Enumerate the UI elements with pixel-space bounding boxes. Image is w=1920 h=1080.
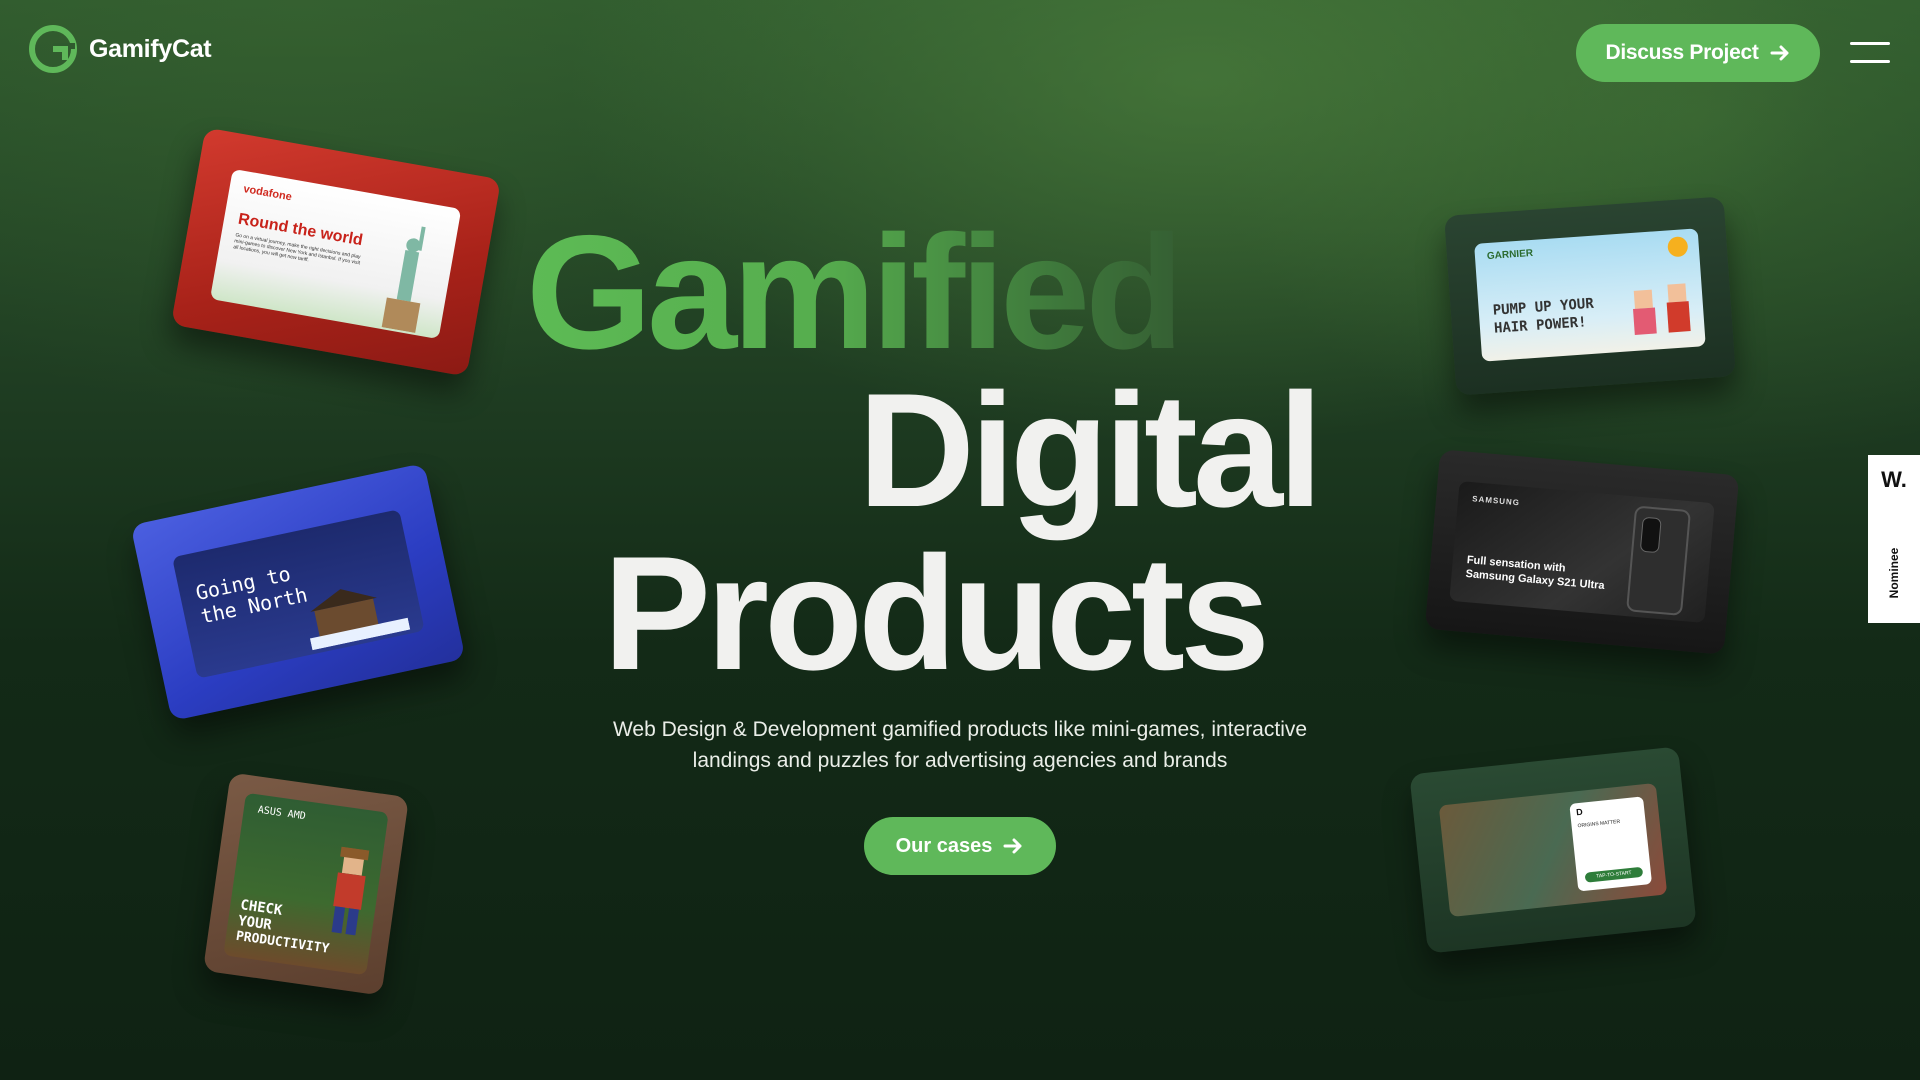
arrow-right-icon — [1003, 838, 1022, 854]
brand-name: GamifyCat — [89, 34, 212, 63]
hero-subtitle-line2: landings and puzzles for advertising age… — [692, 749, 1228, 772]
discuss-project-label: Discuss Project — [1605, 41, 1759, 64]
cartridge-vodafone[interactable]: vodafone Round the world Go on a virtual… — [170, 127, 502, 377]
pixel-character-icon — [331, 846, 370, 936]
pixel-characters-icon — [1633, 283, 1691, 335]
samsung-brand: SAMSUNG — [1471, 494, 1521, 508]
cartridge-title-line3: PRODUCTIVITY — [235, 928, 331, 957]
headline-digital: Digital — [858, 360, 1323, 541]
app-card: D ORIGINS MATTER TAP-TO-START — [1569, 796, 1653, 892]
awwwards-nominee-badge[interactable]: W. Nominee — [1868, 455, 1920, 623]
brand-logo[interactable]: GamifyCat — [29, 25, 212, 73]
our-cases-button[interactable]: Our cases — [864, 817, 1056, 875]
statue-of-liberty-icon — [381, 226, 426, 333]
hero-subtitle: Web Design & Development gamified produc… — [540, 714, 1380, 776]
sun-icon — [1667, 236, 1688, 257]
nominee-label: Nominee — [1887, 547, 1901, 599]
headline-gamified: Gamified — [526, 202, 1184, 383]
cartridge-garnier[interactable]: GARNIER PUMP UP YOUR HAIR POWER! — [1444, 196, 1736, 396]
cartridge-label: ASUS AMD CHECK YOUR PRODUCTIVITY — [223, 792, 389, 976]
garnier-brand: GARNIER — [1486, 247, 1534, 263]
hamburger-icon[interactable] — [1850, 38, 1890, 66]
cartridge-asus[interactable]: ASUS AMD CHECK YOUR PRODUCTIVITY — [202, 772, 410, 996]
app-card-button: TAP-TO-START — [1584, 866, 1644, 883]
awwwards-logo: W. — [1881, 467, 1907, 492]
headline-products: Products — [603, 523, 1270, 704]
arrow-right-icon — [1770, 45, 1789, 61]
hero-subtitle-line1: Web Design & Development gamified produc… — [612, 718, 1308, 741]
app-card-title: ORIGINS MATTER — [1577, 818, 1621, 830]
g-logo-icon — [29, 25, 77, 73]
asus-brand: ASUS AMD — [257, 804, 307, 823]
cartridge-label: GARNIER PUMP UP YOUR HAIR POWER! — [1474, 228, 1706, 362]
cartridge-label: SAMSUNG Full sensation with Samsung Gala… — [1449, 481, 1715, 623]
cartridge-label: D ORIGINS MATTER TAP-TO-START — [1438, 782, 1668, 918]
cartridge-app[interactable]: D ORIGINS MATTER TAP-TO-START — [1409, 746, 1697, 954]
cartridge-going-north[interactable]: Going to the North — [130, 462, 466, 722]
discuss-project-button[interactable]: Discuss Project — [1576, 24, 1820, 82]
app-card-brand: D — [1575, 806, 1584, 818]
phone-icon — [1626, 506, 1691, 616]
our-cases-label: Our cases — [895, 834, 993, 857]
vodafone-brand: vodafone — [242, 183, 293, 204]
cartridge-samsung[interactable]: SAMSUNG Full sensation with Samsung Gala… — [1424, 449, 1740, 655]
